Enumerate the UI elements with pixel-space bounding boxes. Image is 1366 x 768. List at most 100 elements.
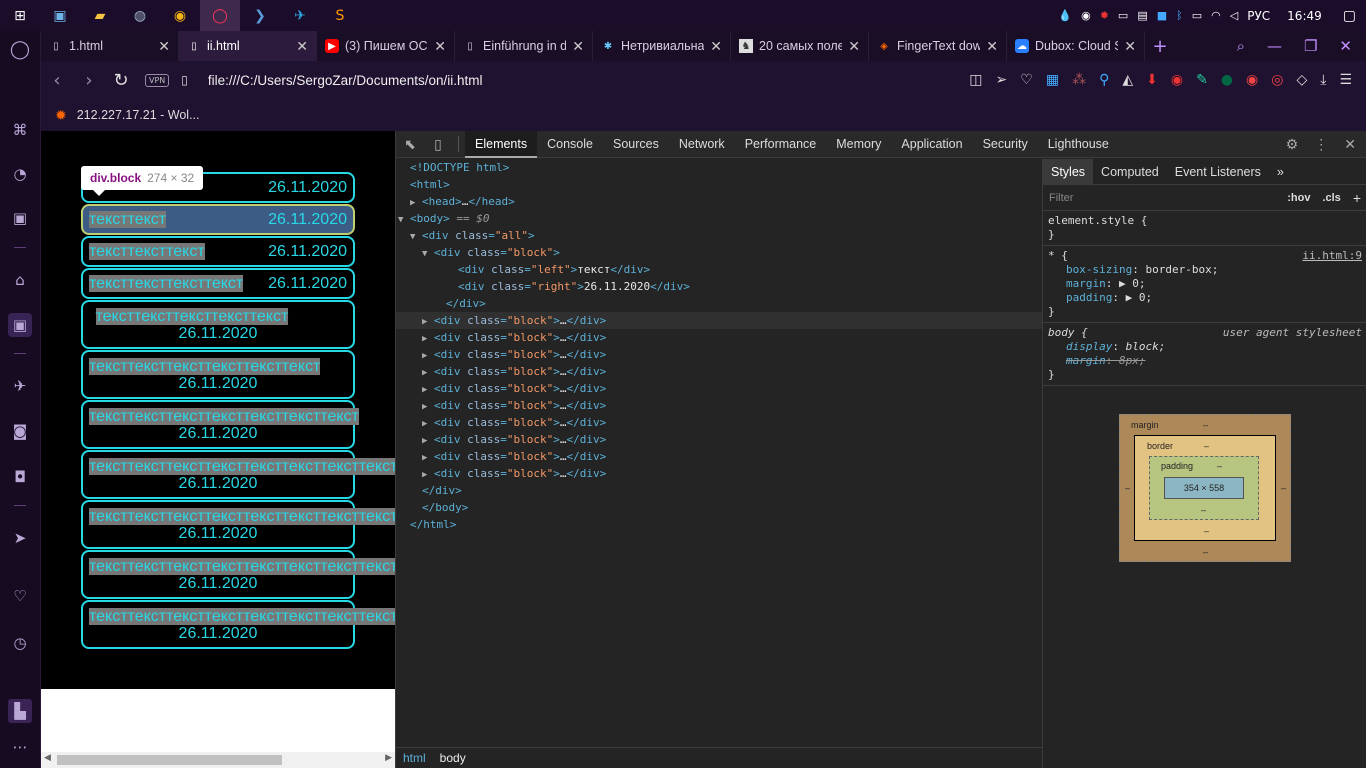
forward-icon[interactable]: › (73, 70, 105, 91)
player-icon[interactable]: ▙ (8, 699, 32, 723)
new-tab-button[interactable]: + (1145, 31, 1175, 61)
tab-dubox[interactable]: ☁ Dubox: Cloud S ✕ (1007, 31, 1145, 61)
close-tab-icon[interactable]: ✕ (296, 38, 308, 55)
close-tab-icon[interactable]: ✕ (848, 38, 860, 55)
send-icon[interactable]: ➢ (996, 72, 1008, 88)
tab-sources[interactable]: Sources (603, 131, 669, 158)
close-tab-icon[interactable]: ✕ (434, 38, 446, 55)
dom-node[interactable]: ▼ <body> == $0 (396, 210, 1042, 227)
close-tab-icon[interactable]: ✕ (572, 38, 584, 55)
tray-box-icon[interactable]: ▭ (1118, 9, 1128, 22)
minimize-icon[interactable]: — (1267, 37, 1282, 55)
tab-elements[interactable]: Elements (465, 130, 538, 158)
dom-node[interactable]: </html> (396, 516, 1042, 533)
tab-1-html[interactable]: ▯ 1.html ✕ (41, 31, 179, 61)
settings-gear-icon[interactable]: ⚙ (1286, 136, 1299, 153)
cube-icon[interactable]: ◇ (1296, 72, 1307, 88)
telegram-icon[interactable]: ✈ (280, 0, 320, 31)
expand-arrow-icon[interactable]: ▶ (422, 382, 434, 399)
close-devtools-icon[interactable]: ✕ (1344, 136, 1356, 153)
collapse-arrow-icon[interactable]: ▼ (422, 246, 434, 263)
horizontal-scrollbar[interactable]: ◀ ▶ (41, 752, 395, 768)
dom-node[interactable]: <div class="left">текст</div> (396, 261, 1042, 278)
rule-selector[interactable]: element.style { (1048, 214, 1147, 228)
tab-memory[interactable]: Memory (826, 131, 891, 158)
menu-icon[interactable]: ☰ (1339, 72, 1352, 88)
pen-icon[interactable]: ✎ (1196, 72, 1208, 88)
more-icon[interactable]: ⋯ (8, 735, 32, 759)
new-rule-icon[interactable]: + (1353, 190, 1361, 206)
hov-toggle[interactable]: :hov (1287, 192, 1310, 204)
expand-arrow-icon[interactable]: ▶ (422, 348, 434, 365)
close-tab-icon[interactable]: ✕ (710, 38, 722, 55)
expand-arrow-icon[interactable]: ▶ (422, 433, 434, 450)
tab-event-listeners[interactable]: Event Listeners (1167, 159, 1269, 185)
dom-node[interactable]: ▼ <div class="block"> (396, 244, 1042, 261)
scroll-left-icon[interactable]: ◀ (44, 753, 51, 763)
gamepad-icon[interactable]: ⌘ (8, 118, 32, 142)
dom-node[interactable]: ▶ <div class="block">…</div> (396, 329, 1042, 346)
tab-youtube[interactable]: ▶ (3) Пишем ОС н ✕ (317, 31, 455, 61)
history-icon[interactable]: ◷ (8, 631, 32, 655)
expand-arrow-icon[interactable]: ▶ (422, 399, 434, 416)
filter-input[interactable]: Filter (1049, 192, 1073, 204)
dom-node[interactable]: </div> (396, 482, 1042, 499)
device-toolbar-icon[interactable]: ▯ (424, 136, 452, 153)
rule-source[interactable]: ii.html:9 (1302, 249, 1362, 263)
ext-dots-icon[interactable]: ⁂ (1072, 72, 1086, 88)
more-tabs-icon[interactable]: » (1269, 159, 1292, 185)
dom-node[interactable]: ▶ <div class="block">…</div> (396, 312, 1042, 329)
dom-node[interactable]: ▶ <div class="block">…</div> (396, 397, 1042, 414)
ext-green-icon[interactable]: ● (1221, 72, 1233, 88)
heart-icon[interactable]: ♡ (8, 584, 32, 608)
scroll-thumb[interactable] (57, 755, 282, 765)
more-options-icon[interactable]: ⋮ (1314, 136, 1328, 153)
close-tab-icon[interactable]: ✕ (986, 38, 998, 55)
notifications-icon[interactable]: ▢ (1343, 8, 1356, 24)
close-window-icon[interactable]: ✕ (1339, 37, 1352, 55)
tray-globe-icon[interactable]: ◉ (1081, 9, 1091, 22)
tab-fingertext[interactable]: ◈ FingerText dow ✕ (869, 31, 1007, 61)
powershell-icon[interactable]: ❯ (240, 0, 280, 31)
style-property[interactable]: margin: ▶ 0; (1048, 277, 1362, 291)
expand-arrow-icon[interactable]: ▶ (422, 314, 434, 331)
close-tab-icon[interactable]: ✕ (1124, 38, 1136, 55)
dom-node[interactable]: ▶ <div class="block">…</div> (396, 431, 1042, 448)
dom-node[interactable]: <div class="right">26.11.2020</div> (396, 278, 1042, 295)
expand-arrow-icon[interactable]: ▶ (422, 416, 434, 433)
tab-netrivialnaya[interactable]: ✱ Нетривиальная ✕ (593, 31, 731, 61)
pin-icon[interactable]: ⚲ (1099, 72, 1109, 88)
tab-ii-html[interactable]: ▯ ii.html ✕ (179, 31, 317, 61)
tray-printer-icon[interactable]: ▤ (1137, 9, 1147, 22)
home-icon[interactable]: ⌂ (8, 268, 32, 292)
heart-icon[interactable]: ♡ (1020, 72, 1033, 88)
translate-icon[interactable]: ▦ (1046, 72, 1059, 88)
tab-application[interactable]: Application (891, 131, 972, 158)
dom-node[interactable]: </body> (396, 499, 1042, 516)
inspect-icon[interactable]: ⬉ (396, 136, 424, 153)
collapse-arrow-icon[interactable]: ▼ (410, 229, 422, 246)
close-tab-icon[interactable]: ✕ (158, 38, 170, 55)
app-icon[interactable]: ◍ (120, 0, 160, 31)
restore-icon[interactable]: ❐ (1304, 37, 1317, 55)
tray-square-icon[interactable]: ■ (1157, 9, 1167, 22)
speedometer-icon[interactable]: ◔ (8, 162, 32, 186)
dom-node[interactable]: ▶ <div class="block">…</div> (396, 346, 1042, 363)
tab-security[interactable]: Security (973, 131, 1038, 158)
location-icon[interactable]: ◉ (1171, 72, 1183, 88)
dom-node[interactable]: ▶ <div class="block">…</div> (396, 414, 1042, 431)
gx-corner-icon[interactable]: ▣ (8, 313, 32, 337)
discord-icon[interactable]: ◘ (8, 465, 32, 489)
style-property[interactable]: box-sizing: border-box; (1048, 263, 1362, 277)
telegram-sidebar-icon[interactable]: ✈ (8, 374, 32, 398)
style-property[interactable]: display: block; (1048, 340, 1362, 354)
expand-arrow-icon[interactable]: ▶ (422, 450, 434, 467)
search-tabs-icon[interactable]: ⌕ (1237, 37, 1245, 55)
dom-node[interactable]: ▶ <div class="block">…</div> (396, 380, 1042, 397)
language-indicator[interactable]: РУС (1247, 9, 1270, 23)
sublime-text-icon[interactable]: S (320, 0, 360, 31)
dom-node[interactable]: ▼ <div class="all"> (396, 227, 1042, 244)
bookmark-item[interactable]: 212.227.17.21 - Wol... (77, 108, 200, 122)
tab-einfuhrung[interactable]: ▯ Einführung in di ✕ (455, 31, 593, 61)
camera-icon[interactable]: ◫ (969, 72, 982, 88)
